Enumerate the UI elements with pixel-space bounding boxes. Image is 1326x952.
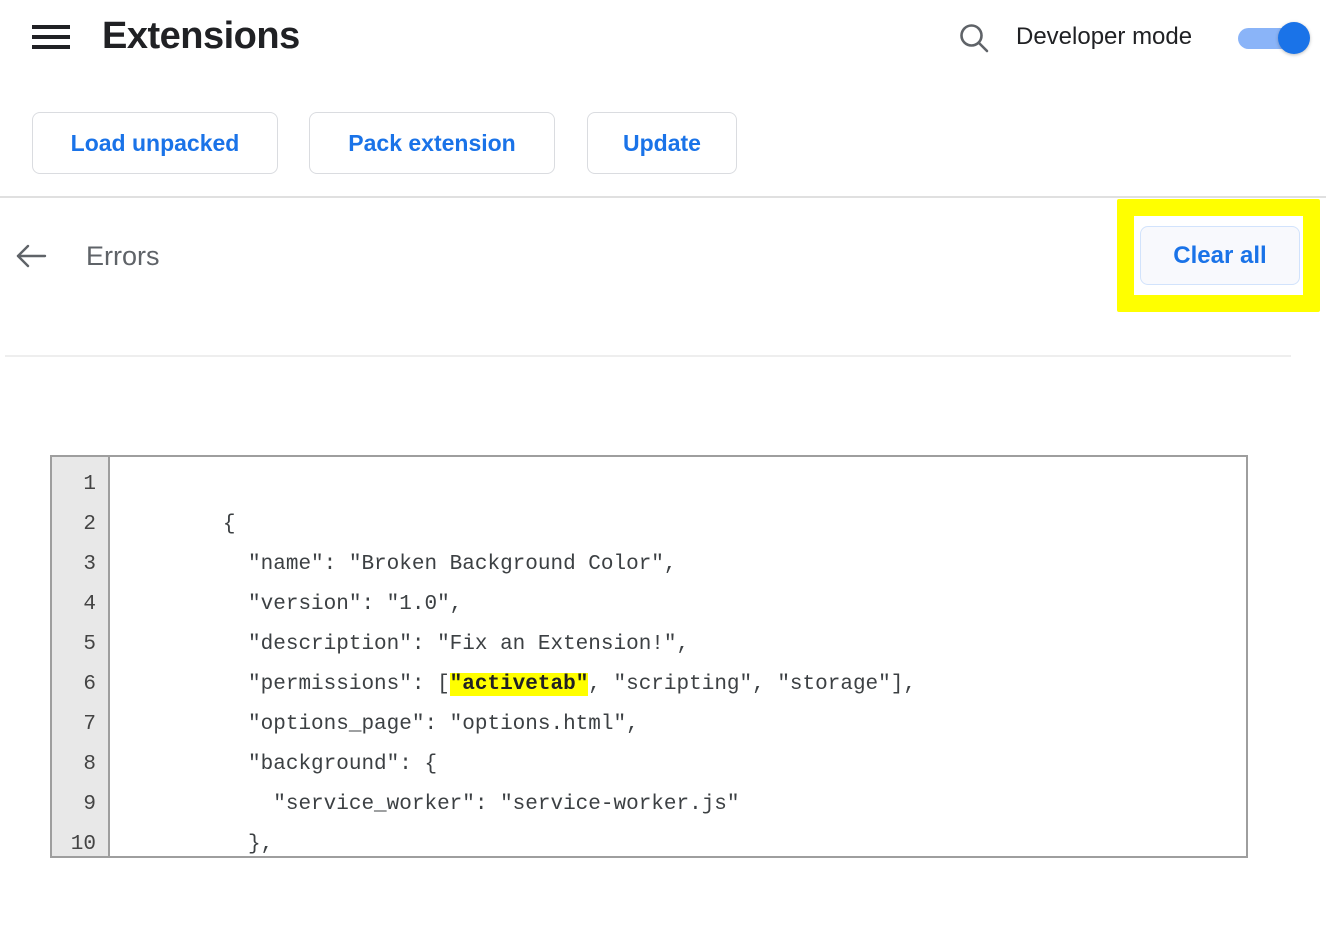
code-segment-pre: }, bbox=[222, 833, 274, 856]
code-segment-pre: "name": "Broken Background Color", bbox=[222, 553, 677, 576]
extension-actions-toolbar: Load unpacked Pack extension Update bbox=[0, 110, 1326, 180]
code-segment-pre: "background": { bbox=[222, 753, 438, 776]
update-button[interactable]: Update bbox=[587, 112, 737, 174]
hamburger-bar bbox=[32, 35, 70, 39]
page-title: Extensions bbox=[102, 15, 300, 57]
code-segment-pre: { bbox=[222, 513, 236, 536]
hamburger-menu-icon[interactable] bbox=[32, 22, 70, 52]
line-number: 7 bbox=[83, 713, 96, 736]
code-segment-pre: "version": "1.0", bbox=[222, 593, 463, 616]
error-list-item: Permission 'activetab' is unknown or URL… bbox=[0, 357, 1326, 798]
code-segment-pre: "options_page": "options.html", bbox=[222, 713, 639, 736]
code-segment-pre: "service_worker": "service-worker.js" bbox=[222, 793, 740, 816]
line-number: 6 bbox=[83, 673, 96, 696]
pack-extension-button[interactable]: Pack extension bbox=[309, 112, 555, 174]
line-number: 4 bbox=[83, 593, 96, 616]
back-arrow-icon[interactable] bbox=[14, 238, 50, 274]
extensions-errors-page: Extensions Developer mode Load unpacked … bbox=[0, 0, 1326, 952]
clear-all-button[interactable]: Clear all bbox=[1140, 226, 1300, 285]
code-line: "name": "Broken Background Color", bbox=[122, 505, 1246, 576]
line-number: 3 bbox=[83, 553, 96, 576]
code-line: { bbox=[122, 465, 1246, 536]
code-segment-pre: "permissions": [ bbox=[222, 673, 450, 696]
line-number: 10 bbox=[70, 833, 96, 856]
errors-section-title: Errors bbox=[86, 241, 160, 271]
code-source-area: { "name": "Broken Background Color", "ve… bbox=[110, 457, 1246, 856]
developer-mode-toggle[interactable] bbox=[1238, 22, 1310, 54]
line-number: 5 bbox=[83, 633, 96, 656]
search-icon[interactable] bbox=[956, 20, 992, 56]
errors-header: Errors bbox=[0, 200, 1326, 312]
code-segment-highlight: "activetab" bbox=[449, 673, 589, 696]
manifest-code-viewer[interactable]: 1 2 3 4 5 6 7 8 9 10 { "name": "Broken B… bbox=[50, 455, 1248, 858]
load-unpacked-button[interactable]: Load unpacked bbox=[32, 112, 278, 174]
toolbar-divider bbox=[0, 196, 1326, 198]
line-number: 8 bbox=[83, 753, 96, 776]
top-app-bar: Extensions Developer mode bbox=[0, 0, 1326, 72]
code-segment-post: , "scripting", "storage"], bbox=[588, 673, 916, 696]
toggle-knob bbox=[1278, 22, 1310, 54]
line-number: 1 bbox=[83, 473, 96, 496]
hamburger-bar bbox=[32, 25, 70, 29]
hamburger-bar bbox=[32, 45, 70, 49]
code-line-number-gutter: 1 2 3 4 5 6 7 8 9 10 bbox=[52, 457, 110, 856]
code-segment-pre: "description": "Fix an Extension!", bbox=[222, 633, 690, 656]
developer-mode-label: Developer mode bbox=[1016, 23, 1193, 50]
line-number: 2 bbox=[83, 513, 96, 536]
line-number: 9 bbox=[83, 793, 96, 816]
